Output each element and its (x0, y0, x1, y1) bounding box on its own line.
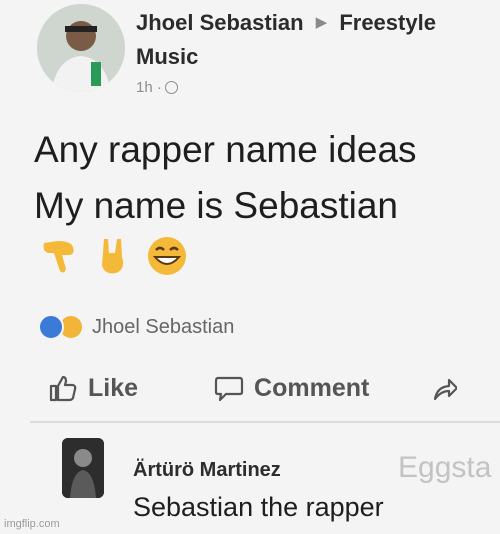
post-text-line-1: Any rapper name ideas (34, 129, 417, 170)
author-name[interactable]: Jhoel Sebastian (136, 10, 304, 35)
grinning-face-emoji (148, 237, 186, 275)
arrow-right-icon: ▶ (315, 14, 328, 31)
post-actions: Like Comment (34, 363, 500, 413)
comment-label: Comment (254, 373, 370, 402)
watermark: Eggsta (398, 451, 492, 484)
globe-icon (164, 81, 178, 94)
post-header: Jhoel Sebastian ▶ Freestyle Music 1h · (34, 0, 500, 110)
image-credit: imgflip.com (4, 518, 60, 530)
pointing-down-emoji (43, 241, 74, 273)
group-name[interactable]: Freestyle (339, 10, 436, 35)
emoji-row (38, 235, 188, 277)
post-text-line-2: My name is Sebastian (34, 185, 399, 226)
post-text: Any rapper name ideas My name is Sebasti… (34, 122, 500, 234)
group-name-continued[interactable]: Music (136, 44, 198, 70)
post-meta: 1h · (136, 79, 178, 96)
comment-author[interactable]: Ärtürö Martinez (133, 459, 281, 482)
like-label: Like (88, 373, 139, 402)
like-button[interactable]: Like (48, 373, 138, 403)
reaction-names[interactable]: Jhoel Sebastian (92, 316, 234, 339)
thumbs-up-icon (49, 375, 77, 402)
author-avatar[interactable] (37, 4, 125, 92)
comment-bubble-icon (214, 376, 244, 402)
comment-text: Sebastian the rapper (133, 492, 384, 522)
post-time[interactable]: 1h · (136, 79, 162, 96)
rock-hand-emoji (102, 239, 124, 274)
like-reaction-icon (38, 314, 64, 340)
reaction-summary[interactable]: Jhoel Sebastian (38, 314, 234, 340)
post-author-line: Jhoel Sebastian ▶ Freestyle (136, 10, 500, 36)
share-arrow-icon (434, 378, 458, 401)
commenter-avatar[interactable] (62, 438, 104, 498)
divider (30, 421, 500, 423)
share-button[interactable] (433, 373, 458, 403)
comment-button[interactable]: Comment (214, 373, 369, 403)
